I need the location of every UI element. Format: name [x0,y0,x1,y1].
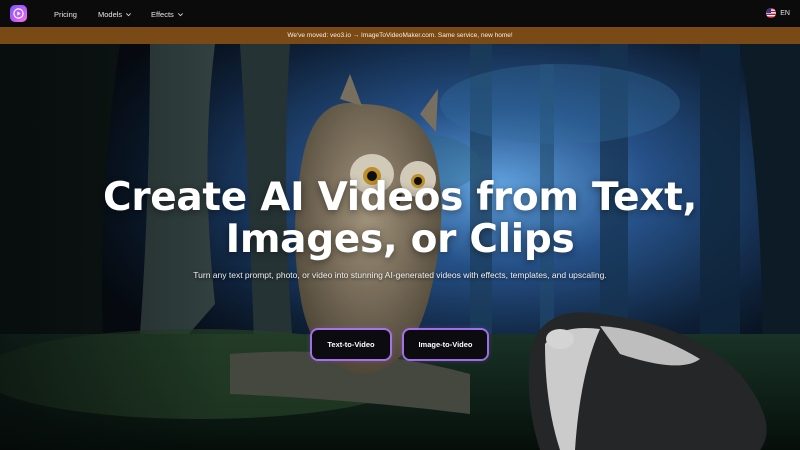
text-to-video-label: Text-to-Video [327,340,375,349]
chevron-down-icon [177,13,183,17]
nav-pricing-label: Pricing [54,10,77,19]
nav-pricing-link[interactable]: Pricing [54,10,77,19]
language-selector[interactable]: EN [766,8,790,18]
hero-subtitle: Turn any text prompt, photo, or video in… [193,270,607,280]
image-to-video-button[interactable]: Image-to-Video [403,329,488,360]
hero-section: Create AI Videos from Text, Images, or C… [0,44,800,450]
chevron-down-icon [126,13,132,17]
banner-text: We've moved: veo3.io → ImageToVideoMaker… [287,32,513,39]
nav-models-dropdown[interactable]: Models [98,10,132,19]
nav-effects-label: Effects [151,10,174,19]
us-flag-icon [766,8,777,18]
hero-title-line-2: Images, or Clips [225,217,575,262]
language-label: EN [780,9,790,17]
text-to-video-button[interactable]: Text-to-Video [311,329,391,360]
hero-title: Create AI Videos from Text, Images, or C… [0,177,800,261]
play-logo-icon[interactable] [10,5,27,22]
announcement-banner: We've moved: veo3.io → ImageToVideoMaker… [0,27,800,44]
image-to-video-label: Image-to-Video [418,340,473,349]
top-navbar: Pricing Models Effects EN [0,0,800,27]
nav-models-label: Models [98,10,123,19]
nav-effects-dropdown[interactable]: Effects [151,10,184,19]
hero-title-line-1: Create AI Videos from Text, [103,175,697,220]
